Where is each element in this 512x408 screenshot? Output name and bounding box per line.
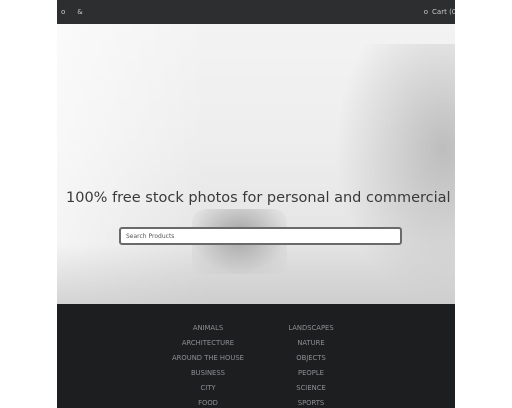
cart-label: Cart (0)	[432, 8, 455, 16]
footer-categories: ANIMALS ARCHITECTURE AROUND THE HOUSE BU…	[57, 304, 455, 408]
category-link-science[interactable]: SCIENCE	[251, 384, 371, 399]
category-link-nature[interactable]: NATURE	[251, 339, 371, 354]
category-link-around-the-house[interactable]: AROUND THE HOUSE	[148, 354, 268, 369]
category-column-1: ANIMALS ARCHITECTURE AROUND THE HOUSE BU…	[148, 324, 268, 408]
category-link-people[interactable]: PEOPLE	[251, 369, 371, 384]
category-link-animals[interactable]: ANIMALS	[148, 324, 268, 339]
hero-tagline: 100% free stock photos for personal and …	[66, 190, 455, 206]
page: o & o Cart (0) 100% free stock photos fo…	[57, 0, 455, 408]
category-link-food[interactable]: FOOD	[148, 399, 268, 408]
hero-banner: 100% free stock photos for personal and …	[57, 24, 455, 304]
category-column-2: LANDSCAPES NATURE OBJECTS PEOPLE SCIENCE…	[251, 324, 371, 408]
cart-link[interactable]: o Cart (0)	[424, 8, 455, 16]
category-link-city[interactable]: CITY	[148, 384, 268, 399]
category-link-landscapes[interactable]: LANDSCAPES	[251, 324, 371, 339]
search-input[interactable]	[119, 227, 402, 245]
menu-icon[interactable]: o	[61, 8, 65, 16]
top-bar: o & o Cart (0)	[57, 0, 455, 24]
account-icon[interactable]: &	[77, 8, 82, 16]
cart-icon: o	[423, 8, 429, 16]
category-link-sports[interactable]: SPORTS	[251, 399, 371, 408]
category-link-architecture[interactable]: ARCHITECTURE	[148, 339, 268, 354]
top-bar-left: o &	[61, 8, 83, 16]
category-link-business[interactable]: BUSINESS	[148, 369, 268, 384]
category-link-objects[interactable]: OBJECTS	[251, 354, 371, 369]
